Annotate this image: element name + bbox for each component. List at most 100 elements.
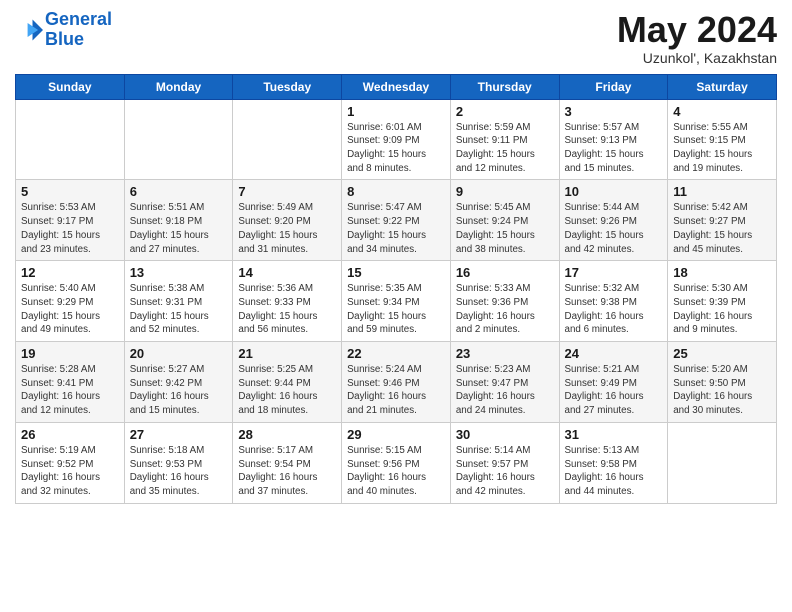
day-number: 11 [673, 184, 771, 199]
day-info: Sunrise: 5:20 AMSunset: 9:50 PMDaylight:… [673, 363, 771, 418]
day-number: 12 [21, 265, 119, 280]
day-number: 16 [456, 265, 554, 280]
day-number: 24 [565, 346, 663, 361]
calendar-cell: 30 Sunrise: 5:14 AMSunset: 9:57 PMDayligh… [450, 422, 559, 503]
calendar-cell: 1Sunrise: 6:01 AMSunset: 9:09 PMDaylight… [342, 99, 451, 180]
calendar-cell: 21 Sunrise: 5:25 AMSunset: 9:44 PMDayligh… [233, 342, 342, 423]
logo-icon [15, 16, 43, 44]
day-info: Sunrise: 5:23 AMSunset: 9:47 PMDaylight:… [456, 363, 554, 418]
calendar-cell [124, 99, 233, 180]
calendar-cell: 23Sunrise: 5:23 AMSunset: 9:47 PMDayligh… [450, 342, 559, 423]
day-number: 31 [565, 427, 663, 442]
calendar-cell: 5Sunrise: 5:53 AMSunset: 9:17 PMDaylight… [16, 180, 125, 261]
calendar-cell: 22 Sunrise: 5:24 AMSunset: 9:46 PMDayligh… [342, 342, 451, 423]
calendar-cell: 15 Sunrise: 5:35 AMSunset: 9:34 PMDayligh… [342, 261, 451, 342]
day-info: Sunrise: 5:21 AMSunset: 9:49 PMDaylight:… [565, 363, 663, 418]
col-header-monday: Monday [124, 74, 233, 99]
logo-text-line2: Blue [45, 30, 112, 50]
calendar-cell: 26Sunrise: 5:19 AMSunset: 9:52 PMDayligh… [16, 422, 125, 503]
header: General Blue May 2024 Uzunkol', Kazakhst… [15, 10, 777, 66]
calendar-cell: 2 Sunrise: 5:59 AMSunset: 9:11 PMDaylight… [450, 99, 559, 180]
day-number: 13 [130, 265, 228, 280]
calendar-cell [668, 422, 777, 503]
calendar-cell: 14Sunrise: 5:36 AMSunset: 9:33 PMDayligh… [233, 261, 342, 342]
calendar-cell: 9 Sunrise: 5:45 AMSunset: 9:24 PMDaylight… [450, 180, 559, 261]
day-info: Sunrise: 5:14 AMSunset: 9:57 PMDaylight:… [456, 444, 554, 499]
day-info: Sunrise: 5:28 AMSunset: 9:41 PMDaylight:… [21, 363, 119, 418]
day-number: 17 [565, 265, 663, 280]
day-info: Sunrise: 5:35 AMSunset: 9:34 PMDaylight:… [347, 282, 445, 337]
calendar-cell: 4 Sunrise: 5:55 AMSunset: 9:15 PMDaylight… [668, 99, 777, 180]
day-number: 21 [238, 346, 336, 361]
day-number: 22 [347, 346, 445, 361]
calendar-cell: 13 Sunrise: 5:38 AMSunset: 9:31 PMDayligh… [124, 261, 233, 342]
col-header-sunday: Sunday [16, 74, 125, 99]
calendar-week-3: 12Sunrise: 5:40 AMSunset: 9:29 PMDayligh… [16, 261, 777, 342]
day-number: 10 [565, 184, 663, 199]
day-info: Sunrise: 5:57 AMSunset: 9:13 PMDaylight:… [565, 121, 663, 176]
day-number: 19 [21, 346, 119, 361]
calendar-cell: 3 Sunrise: 5:57 AMSunset: 9:13 PMDaylight… [559, 99, 668, 180]
day-number: 2 [456, 104, 554, 119]
col-header-tuesday: Tuesday [233, 74, 342, 99]
calendar-week-1: 1Sunrise: 6:01 AMSunset: 9:09 PMDaylight… [16, 99, 777, 180]
calendar-cell: 6 Sunrise: 5:51 AMSunset: 9:18 PMDaylight… [124, 180, 233, 261]
day-number: 4 [673, 104, 771, 119]
calendar-cell: 24 Sunrise: 5:21 AMSunset: 9:49 PMDayligh… [559, 342, 668, 423]
calendar-header-row: SundayMondayTuesdayWednesdayThursdayFrid… [16, 74, 777, 99]
day-info: Sunrise: 5:24 AMSunset: 9:46 PMDaylight:… [347, 363, 445, 418]
day-info: Sunrise: 5:36 AMSunset: 9:33 PMDaylight:… [238, 282, 336, 337]
day-info: Sunrise: 5:45 AMSunset: 9:24 PMDaylight:… [456, 201, 554, 256]
day-number: 3 [565, 104, 663, 119]
calendar-cell: 10 Sunrise: 5:44 AMSunset: 9:26 PMDayligh… [559, 180, 668, 261]
calendar-cell: 16 Sunrise: 5:33 AMSunset: 9:36 PMDayligh… [450, 261, 559, 342]
calendar-cell: 25 Sunrise: 5:20 AMSunset: 9:50 PMDayligh… [668, 342, 777, 423]
calendar-cell: 28 Sunrise: 5:17 AMSunset: 9:54 PMDayligh… [233, 422, 342, 503]
calendar-cell: 11 Sunrise: 5:42 AMSunset: 9:27 PMDayligh… [668, 180, 777, 261]
col-header-thursday: Thursday [450, 74, 559, 99]
day-number: 30 [456, 427, 554, 442]
day-info: Sunrise: 5:33 AMSunset: 9:36 PMDaylight:… [456, 282, 554, 337]
calendar-cell [233, 99, 342, 180]
calendar-cell: 8Sunrise: 5:47 AMSunset: 9:22 PMDaylight… [342, 180, 451, 261]
day-number: 26 [21, 427, 119, 442]
day-number: 18 [673, 265, 771, 280]
day-info: Sunrise: 5:18 AMSunset: 9:53 PMDaylight:… [130, 444, 228, 499]
day-info: Sunrise: 5:42 AMSunset: 9:27 PMDaylight:… [673, 201, 771, 256]
day-info: Sunrise: 5:25 AMSunset: 9:44 PMDaylight:… [238, 363, 336, 418]
page: General Blue May 2024 Uzunkol', Kazakhst… [0, 0, 792, 519]
calendar-cell: 19 Sunrise: 5:28 AMSunset: 9:41 PMDayligh… [16, 342, 125, 423]
day-info: Sunrise: 5:32 AMSunset: 9:38 PMDaylight:… [565, 282, 663, 337]
day-info: Sunrise: 5:51 AMSunset: 9:18 PMDaylight:… [130, 201, 228, 256]
day-number: 1 [347, 104, 445, 119]
day-number: 5 [21, 184, 119, 199]
day-info: Sunrise: 5:38 AMSunset: 9:31 PMDaylight:… [130, 282, 228, 337]
day-info: Sunrise: 5:59 AMSunset: 9:11 PMDaylight:… [456, 121, 554, 176]
day-number: 25 [673, 346, 771, 361]
calendar-cell: 31 Sunrise: 5:13 AMSunset: 9:58 PMDayligh… [559, 422, 668, 503]
col-header-wednesday: Wednesday [342, 74, 451, 99]
day-info: Sunrise: 5:17 AMSunset: 9:54 PMDaylight:… [238, 444, 336, 499]
calendar-table: SundayMondayTuesdayWednesdayThursdayFrid… [15, 74, 777, 504]
day-number: 28 [238, 427, 336, 442]
logo: General Blue [15, 10, 112, 50]
day-info: Sunrise: 5:55 AMSunset: 9:15 PMDaylight:… [673, 121, 771, 176]
day-number: 6 [130, 184, 228, 199]
day-number: 15 [347, 265, 445, 280]
calendar-cell: 29Sunrise: 5:15 AMSunset: 9:56 PMDayligh… [342, 422, 451, 503]
day-number: 9 [456, 184, 554, 199]
col-header-friday: Friday [559, 74, 668, 99]
day-info: Sunrise: 5:44 AMSunset: 9:26 PMDaylight:… [565, 201, 663, 256]
calendar-cell: 27Sunrise: 5:18 AMSunset: 9:53 PMDayligh… [124, 422, 233, 503]
day-info: Sunrise: 5:13 AMSunset: 9:58 PMDaylight:… [565, 444, 663, 499]
calendar-cell: 17 Sunrise: 5:32 AMSunset: 9:38 PMDayligh… [559, 261, 668, 342]
month-title: May 2024 [617, 10, 777, 50]
calendar-cell: 20Sunrise: 5:27 AMSunset: 9:42 PMDayligh… [124, 342, 233, 423]
calendar-cell: 7Sunrise: 5:49 AMSunset: 9:20 PMDaylight… [233, 180, 342, 261]
calendar-cell [16, 99, 125, 180]
day-number: 29 [347, 427, 445, 442]
day-info: Sunrise: 5:30 AMSunset: 9:39 PMDaylight:… [673, 282, 771, 337]
location: Uzunkol', Kazakhstan [617, 50, 777, 66]
calendar-week-5: 26Sunrise: 5:19 AMSunset: 9:52 PMDayligh… [16, 422, 777, 503]
day-info: Sunrise: 5:47 AMSunset: 9:22 PMDaylight:… [347, 201, 445, 256]
